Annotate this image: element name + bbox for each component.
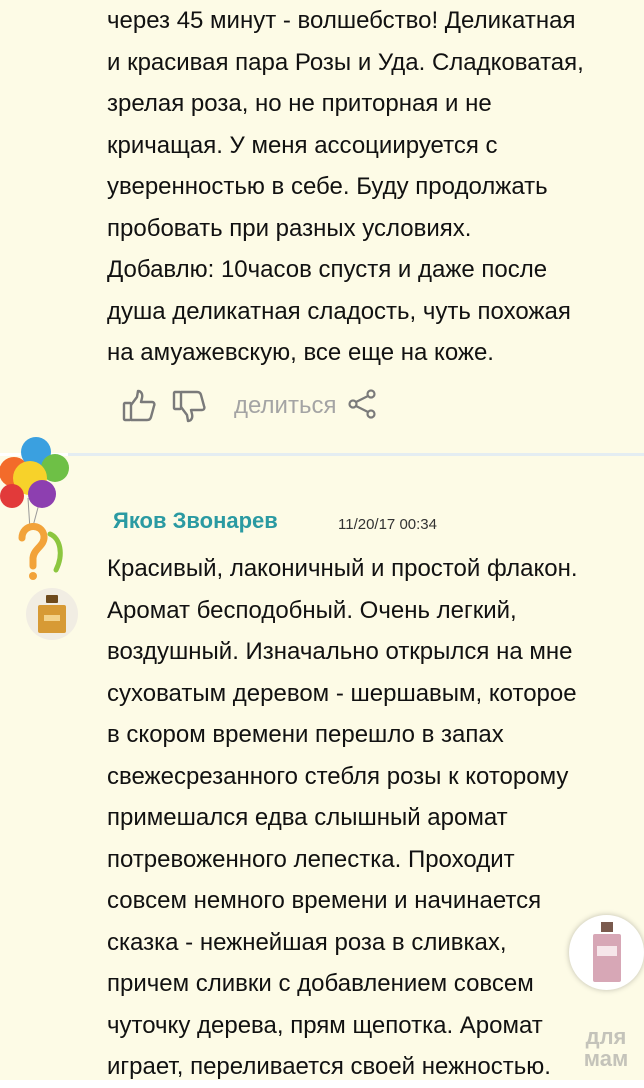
watermark-line-2: мам xyxy=(583,1046,629,1071)
perfume-bottle-icon xyxy=(26,588,78,640)
thumbs-down-icon[interactable] xyxy=(170,387,208,425)
review-actions: делиться xyxy=(120,384,378,428)
thumbs-up-icon[interactable] xyxy=(120,387,158,425)
review-text: Красивый, лаконичный и простой флакон. А… xyxy=(107,555,578,1080)
review-text: через 45 минут - волшебство! Деликатная … xyxy=(107,7,584,366)
review-date: 11/20/17 00:34 xyxy=(338,516,437,533)
author-name[interactable]: Яков Звонарев xyxy=(113,508,278,534)
share-button[interactable]: делиться xyxy=(234,392,336,420)
share-icon[interactable] xyxy=(346,388,378,425)
watermark-line-1: для xyxy=(585,1024,627,1049)
site-watermark: для мам xyxy=(568,1026,644,1070)
review-card-previous: через 45 минут - волшебство! Деликатная … xyxy=(0,0,644,453)
perfume-ad-thumbnail[interactable] xyxy=(569,915,644,990)
balloons-avatar[interactable] xyxy=(0,430,80,595)
